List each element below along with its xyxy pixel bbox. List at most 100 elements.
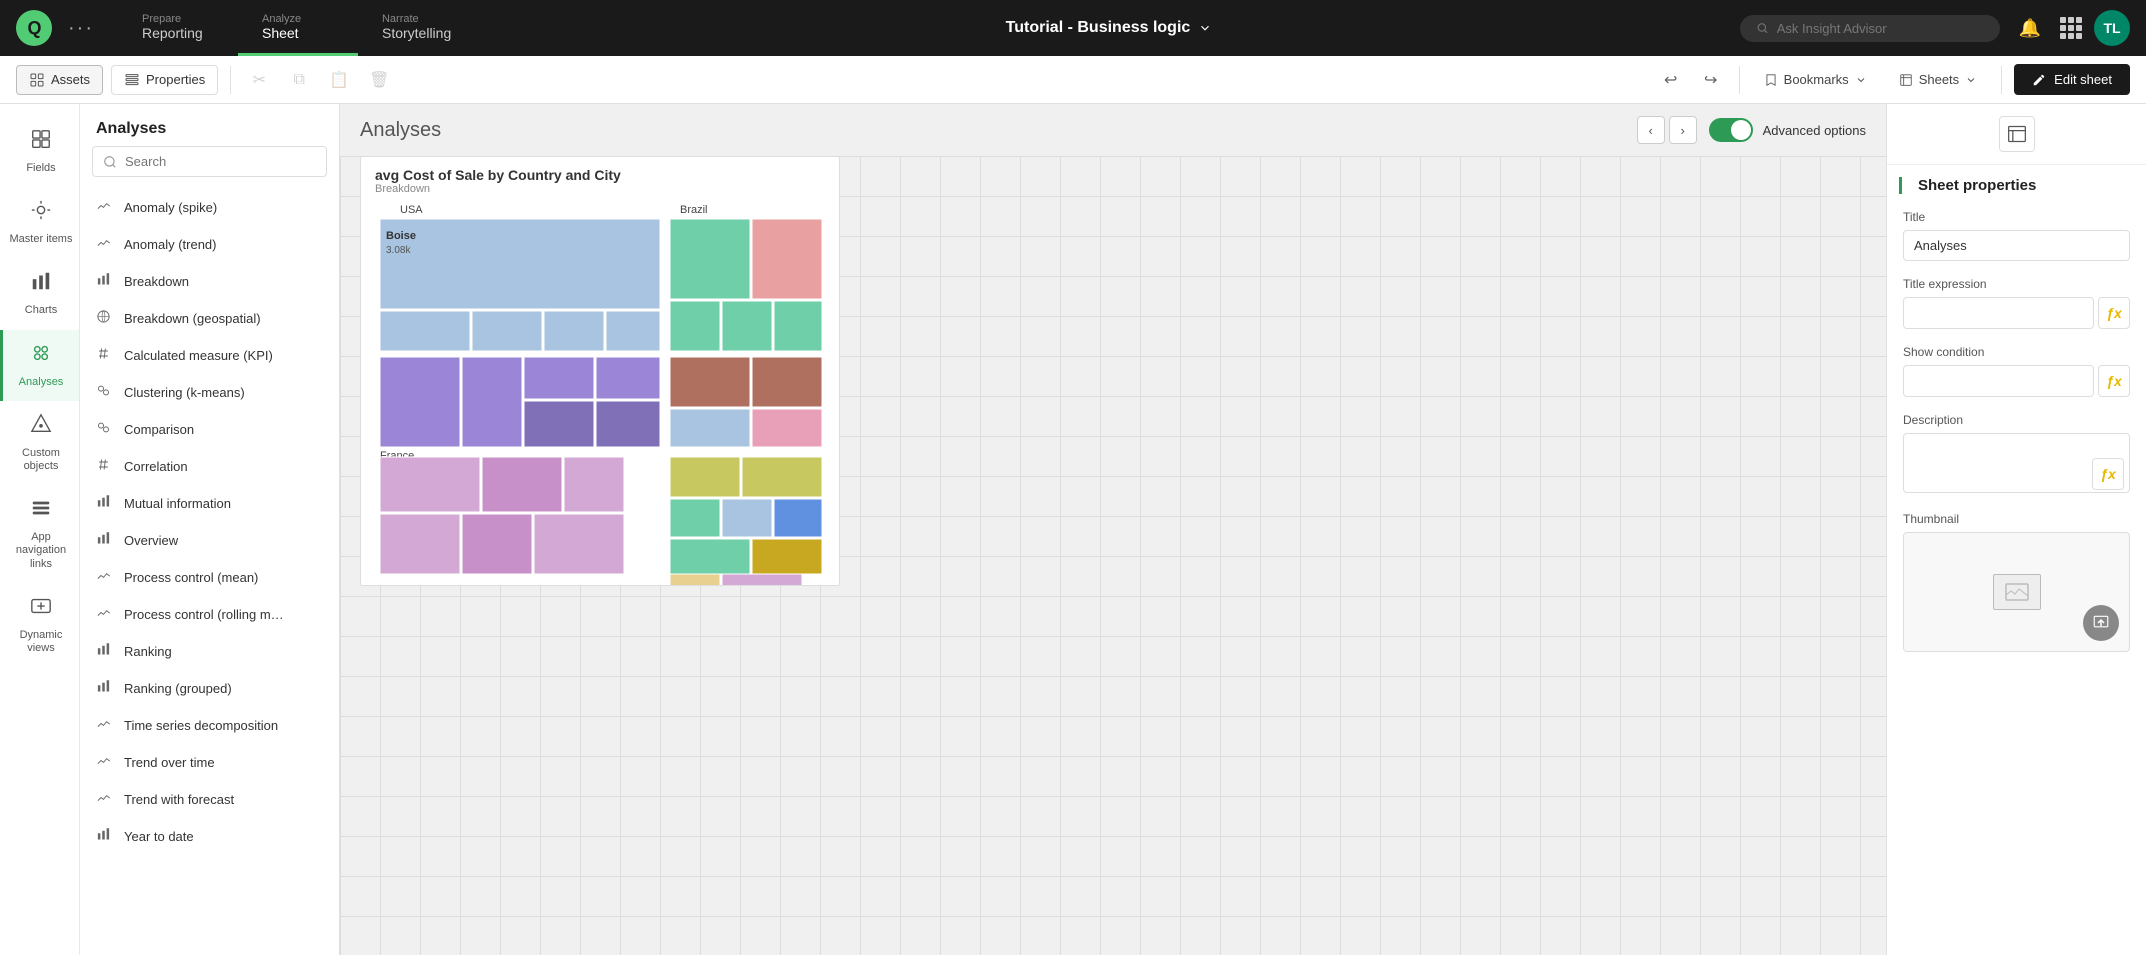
- analysis-item-icon: [96, 531, 114, 550]
- thumbnail-box[interactable]: [1903, 532, 2130, 652]
- insight-advisor-input[interactable]: [1777, 21, 1984, 36]
- bookmarks-label: Bookmarks: [1784, 72, 1849, 87]
- sidebar-item-dynamic-views[interactable]: Dynamic views: [0, 583, 79, 667]
- app-nav-label: App navigation links: [7, 531, 75, 571]
- treemap-title: avg Cost of Sale by Country and City: [375, 167, 825, 183]
- sheet-layout-button[interactable]: [1999, 116, 2035, 152]
- analysis-item-label: Mutual information: [124, 496, 231, 511]
- analyses-panel-title: Analyses: [80, 104, 339, 146]
- cut-button[interactable]: ✂: [243, 64, 275, 96]
- nav-arrows: ‹ ›: [1637, 116, 1697, 144]
- toolbar-right: ↩ ↪ Bookmarks Sheets: [1655, 64, 2130, 96]
- analysis-list-item[interactable]: Year to date: [80, 818, 339, 855]
- tab-narrate-bottom: Storytelling: [382, 25, 451, 41]
- tab-analyze-bottom: Sheet: [262, 25, 299, 41]
- analysis-list-item[interactable]: Comparison: [80, 411, 339, 448]
- title-field: Title: [1903, 210, 2130, 261]
- analysis-list-item[interactable]: Correlation: [80, 448, 339, 485]
- description-fx-button[interactable]: ƒx: [2092, 458, 2124, 490]
- analysis-list-item[interactable]: Clustering (k-means): [80, 374, 339, 411]
- show-condition-fx-button[interactable]: ƒx: [2098, 365, 2130, 397]
- chevron-down-icon: [1198, 21, 1212, 35]
- svg-text:USA: USA: [400, 204, 423, 216]
- analysis-list-item[interactable]: Ranking: [80, 633, 339, 670]
- analysis-list-item[interactable]: Ranking (grouped): [80, 670, 339, 707]
- title-expression-input[interactable]: [1903, 297, 2094, 329]
- prev-arrow[interactable]: ‹: [1637, 116, 1665, 144]
- app-title[interactable]: Tutorial - Business logic: [478, 19, 1740, 37]
- undo-button[interactable]: ↩: [1655, 64, 1687, 96]
- sidebar-item-master-items[interactable]: Master items: [0, 187, 79, 258]
- charts-label: Charts: [25, 304, 57, 317]
- toolbar-divider-1: [230, 66, 231, 94]
- properties-button[interactable]: Properties: [111, 65, 218, 95]
- sheets-button[interactable]: Sheets: [1887, 66, 1989, 93]
- analyses-icon: [30, 342, 52, 370]
- thumbnail-inner: [1993, 574, 2041, 610]
- tab-analyze-top: Analyze: [262, 13, 301, 25]
- sheet-properties-title: Sheet properties: [1918, 177, 2036, 194]
- sidebar-item-analyses[interactable]: Analyses: [0, 330, 79, 401]
- analyses-search-input[interactable]: [92, 146, 327, 177]
- analysis-list-item[interactable]: Breakdown: [80, 263, 339, 300]
- advanced-options-label: Advanced options: [1763, 123, 1866, 138]
- apps-grid-button[interactable]: [2060, 17, 2082, 39]
- redo-button[interactable]: ↪: [1695, 64, 1727, 96]
- edit-sheet-button[interactable]: Edit sheet: [2014, 64, 2130, 95]
- analyses-list: Anomaly (spike)Anomaly (trend)BreakdownB…: [80, 189, 339, 955]
- sidebar-item-app-navigation[interactable]: App navigation links: [0, 485, 79, 583]
- analysis-item-icon: [96, 309, 114, 328]
- qlik-logo-icon: Q: [16, 10, 52, 46]
- analysis-list-item[interactable]: Anomaly (spike): [80, 189, 339, 226]
- paste-button[interactable]: 📋: [323, 64, 355, 96]
- analysis-list-item[interactable]: Mutual information: [80, 485, 339, 522]
- title-expression-fx-button[interactable]: ƒx: [2098, 297, 2130, 329]
- title-input[interactable]: [1903, 230, 2130, 261]
- analysis-list-item[interactable]: Trend with forecast: [80, 781, 339, 818]
- analysis-list-item[interactable]: Breakdown (geospatial): [80, 300, 339, 337]
- insight-advisor-search[interactable]: [1740, 15, 2000, 42]
- properties-icon: [124, 72, 140, 88]
- analysis-item-icon: [96, 420, 114, 439]
- analysis-list-item[interactable]: Process control (mean): [80, 559, 339, 596]
- notifications-button[interactable]: 🔔: [2012, 10, 2048, 46]
- thumbnail-upload-button[interactable]: [2083, 605, 2119, 641]
- canvas-area: Analyses ‹ › Advanced options avg Cost o…: [340, 104, 1886, 955]
- analyses-search-wrapper: [80, 146, 339, 189]
- sidebar-item-fields[interactable]: Fields: [0, 116, 79, 187]
- sidebar-item-charts[interactable]: Charts: [0, 258, 79, 329]
- show-condition-input[interactable]: [1903, 365, 2094, 397]
- sidebar-item-custom-objects[interactable]: Custom objects: [0, 401, 79, 485]
- analysis-list-item[interactable]: Process control (rolling m…: [80, 596, 339, 633]
- analysis-list-item[interactable]: Trend over time: [80, 744, 339, 781]
- edit-sheet-label: Edit sheet: [2054, 72, 2112, 87]
- analysis-item-label: Trend with forecast: [124, 792, 234, 807]
- analysis-list-item[interactable]: Calculated measure (KPI): [80, 337, 339, 374]
- tab-analyze[interactable]: Analyze Sheet: [238, 0, 358, 56]
- title-expression-row: ƒx: [1903, 297, 2130, 329]
- tab-prepare[interactable]: Prepare Reporting: [118, 0, 238, 56]
- bookmarks-button[interactable]: Bookmarks: [1752, 66, 1879, 93]
- assets-button[interactable]: Assets: [16, 65, 103, 95]
- bookmark-chevron-icon: [1855, 74, 1867, 86]
- props-top: [1887, 104, 2146, 165]
- delete-button[interactable]: 🗑: [363, 64, 395, 96]
- icon-sidebar: Fields Master items Charts: [0, 104, 80, 955]
- advanced-options-toggle[interactable]: [1709, 118, 1753, 142]
- copy-button[interactable]: ⧉: [283, 64, 315, 96]
- analysis-item-label: Clustering (k-means): [124, 385, 245, 400]
- analysis-list-item[interactable]: Overview: [80, 522, 339, 559]
- svg-text:Boise: Boise: [386, 230, 416, 242]
- next-arrow[interactable]: ›: [1669, 116, 1697, 144]
- treemap-subtitle: Breakdown: [375, 183, 825, 195]
- avatar[interactable]: TL: [2094, 10, 2130, 46]
- analysis-list-item[interactable]: Time series decomposition: [80, 707, 339, 744]
- treemap-chart[interactable]: avg Cost of Sale by Country and City Bre…: [360, 156, 840, 586]
- treemap-body: USA Brazil Germany France Boise 3.08k: [361, 199, 839, 586]
- description-label: Description: [1903, 413, 2130, 427]
- treemap-svg: USA Brazil Germany France Boise 3.08k: [361, 199, 839, 586]
- analysis-list-item[interactable]: Anomaly (trend): [80, 226, 339, 263]
- more-options-button[interactable]: ···: [68, 17, 94, 40]
- svg-text:3.08k: 3.08k: [386, 245, 411, 256]
- tab-narrate[interactable]: Narrate Storytelling: [358, 0, 478, 56]
